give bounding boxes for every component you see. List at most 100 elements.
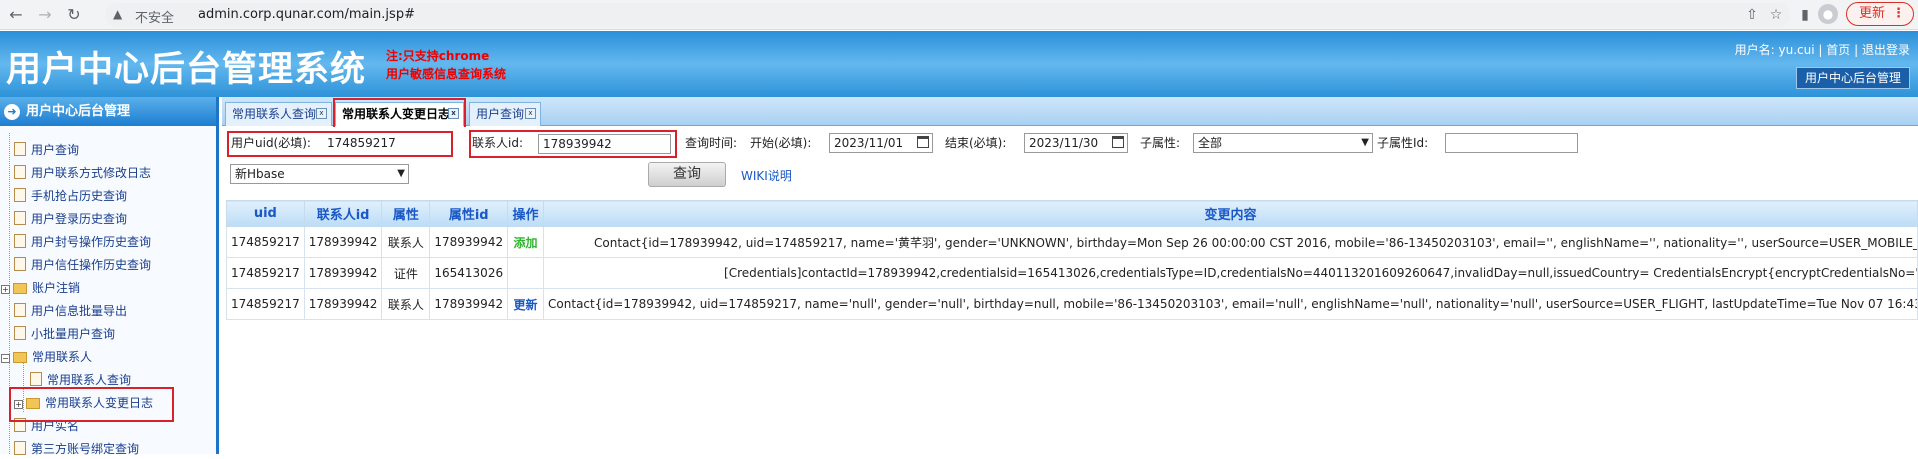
reload-icon[interactable]: ↻ <box>62 3 86 27</box>
sub-attr-id-input[interactable] <box>1445 133 1578 153</box>
folder-icon <box>13 283 27 294</box>
col-uid: uid <box>226 200 305 227</box>
sub-attr-select[interactable]: 全部 ▼ <box>1193 133 1373 153</box>
tab-contact-query[interactable]: 常用联系人查询 x <box>225 102 332 126</box>
cell-content: Contact{id=178939942, uid=174859217, nam… <box>543 226 1918 258</box>
sidebar-item-batch-export[interactable]: 用户信息批量导出 <box>14 301 127 321</box>
document-icon <box>30 372 42 386</box>
cell-content: [Credentials]contactId=178939942,credent… <box>543 257 1918 289</box>
sidebar-item-third-party[interactable]: 第三方账号绑定查询 <box>14 439 139 459</box>
chevron-down-icon: ▼ <box>1361 137 1369 148</box>
query-button[interactable]: 查询 <box>648 162 726 187</box>
highlight-box <box>333 98 466 130</box>
cell-attr: 联系人 <box>381 226 431 258</box>
cell-op: 添加 <box>507 226 545 258</box>
cell-contact-id: 178939942 <box>303 288 383 320</box>
table-row: 174859217 178939942 联系人 178939942 更新 Con… <box>226 288 1918 320</box>
cell-attr: 证件 <box>381 257 431 289</box>
cell-uid: 174859217 <box>226 226 305 258</box>
open-folder-icon <box>13 352 27 363</box>
close-icon[interactable]: x <box>316 108 327 119</box>
end-label: 结束(必填): <box>945 136 1007 150</box>
results-table: uid 联系人id 属性 属性id 操作 变更内容 174859217 1789… <box>226 200 1918 320</box>
share-icon[interactable]: ⇧ <box>1740 3 1764 27</box>
document-icon <box>14 441 26 455</box>
cell-attr: 联系人 <box>381 288 431 320</box>
table-header-row: uid 联系人id 属性 属性id 操作 变更内容 <box>226 200 1918 227</box>
url-text[interactable]: admin.corp.qunar.com/main.jsp# <box>198 7 415 22</box>
bookmark-star-icon[interactable]: ☆ <box>1764 3 1788 27</box>
col-attr: 属性 <box>381 200 431 227</box>
expand-plus-icon[interactable]: + <box>1 285 10 294</box>
home-link[interactable]: 首页 <box>1826 43 1850 57</box>
document-icon <box>14 257 26 271</box>
sidebar-item-ban-history[interactable]: 用户封号操作历史查询 <box>14 232 151 252</box>
document-icon <box>14 326 26 340</box>
username: yu.cui <box>1778 43 1815 57</box>
username-label: 用户名: <box>1734 43 1775 57</box>
highlight-box <box>469 130 677 158</box>
update-label: 更新 <box>1859 6 1886 21</box>
col-contact-id: 联系人id <box>303 200 383 227</box>
sidebar-header: ➜ 用户中心后台管理 <box>0 97 216 126</box>
arrow-circle-icon: ➜ <box>4 103 20 120</box>
sidebar-title: 用户中心后台管理 <box>26 104 131 119</box>
logout-link[interactable]: 退出登录 <box>1862 43 1910 57</box>
address-bar[interactable]: ▲ 不安全 admin.corp.qunar.com/main.jsp# ⇧ ☆ <box>105 3 1790 27</box>
sidebar: ➜ 用户中心后台管理 用户查询 用户联系方式修改日志 手机抢占历史查询 用户登录历… <box>0 97 219 456</box>
chrome-notice: 注:只支持chrome <box>386 49 490 63</box>
forward-icon[interactable]: → <box>33 3 57 27</box>
cell-content: Contact{id=178939942, uid=174859217, nam… <box>543 288 1918 320</box>
cell-uid: 174859217 <box>226 288 305 320</box>
col-op: 操作 <box>507 200 545 227</box>
tab-user-query[interactable]: 用户查询 x <box>469 102 541 126</box>
wiki-link[interactable]: WIKI说明 <box>741 167 792 184</box>
start-date-input[interactable]: 2023/11/01 <box>829 133 933 153</box>
start-label: 开始(必填): <box>750 136 812 150</box>
close-icon[interactable]: x <box>525 108 536 119</box>
collapse-minus-icon[interactable]: − <box>1 354 10 363</box>
document-icon <box>14 188 26 202</box>
cell-attr-id: 165413026 <box>429 257 509 289</box>
document-icon <box>14 142 26 156</box>
sidebar-item-account-cancel[interactable]: + 账户注销 <box>1 278 80 298</box>
cell-attr-id: 178939942 <box>429 226 509 258</box>
menu-dots-icon: ⋮ <box>1892 6 1905 21</box>
browser-update-button[interactable]: 更新 ⋮ <box>1846 2 1914 26</box>
cell-contact-id: 178939942 <box>303 226 383 258</box>
sidebar-item-login-history[interactable]: 用户登录历史查询 <box>14 209 127 229</box>
warning-icon[interactable]: ▲ <box>113 7 122 21</box>
profile-avatar-icon[interactable]: ● <box>1818 4 1838 24</box>
back-icon[interactable]: ← <box>4 3 28 27</box>
insecure-label[interactable]: 不安全 <box>135 7 174 26</box>
highlight-box <box>9 387 174 422</box>
query-form: 用户uid(必填): 174859217 联系人id: 178939942 查询… <box>222 127 1918 187</box>
document-icon <box>14 303 26 317</box>
calendar-icon[interactable] <box>917 136 929 148</box>
col-attr-id: 属性id <box>429 200 509 227</box>
user-links: 用户名: yu.cui | 首页 | 退出登录 <box>1734 43 1910 57</box>
sidepanel-icon[interactable]: ▮ <box>1793 3 1817 27</box>
sidebar-item-contacts[interactable]: − 常用联系人 <box>1 347 92 367</box>
sidebar-item-user-query[interactable]: 用户查询 <box>14 140 79 160</box>
calendar-icon[interactable] <box>1112 136 1124 148</box>
cell-attr-id: 178939942 <box>429 288 509 320</box>
sidebar-item-small-batch[interactable]: 小批量用户查询 <box>14 324 115 344</box>
document-icon <box>14 165 26 179</box>
sub-attr-id-label: 子属性Id: <box>1377 136 1429 150</box>
sidebar-item-trust-history[interactable]: 用户信任操作历史查询 <box>14 255 151 275</box>
app-header: 用户中心后台管理系统 注:只支持chrome 用户敏感信息查询系统 用户名: y… <box>0 31 1918 97</box>
query-time-label: 查询时间: <box>685 136 738 150</box>
sidebar-item-mobile-preempt[interactable]: 手机抢占历史查询 <box>14 186 127 206</box>
table-row: 174859217 178939942 联系人 178939942 添加 Con… <box>226 226 1918 258</box>
cell-uid: 174859217 <box>226 257 305 289</box>
user-center-button[interactable]: 用户中心后台管理 <box>1796 67 1910 89</box>
source-select[interactable]: 新Hbase ▼ <box>230 164 409 184</box>
sidebar-item-contact-modify-log[interactable]: 用户联系方式修改日志 <box>14 163 151 183</box>
document-icon <box>14 234 26 248</box>
sensitive-notice: 用户敏感信息查询系统 <box>386 67 507 81</box>
end-date-input[interactable]: 2023/11/30 <box>1024 133 1128 153</box>
table-row: 174859217 178939942 证件 165413026 [Creden… <box>226 257 1918 289</box>
cell-op <box>507 257 545 289</box>
system-title: 用户中心后台管理系统 <box>6 50 367 90</box>
